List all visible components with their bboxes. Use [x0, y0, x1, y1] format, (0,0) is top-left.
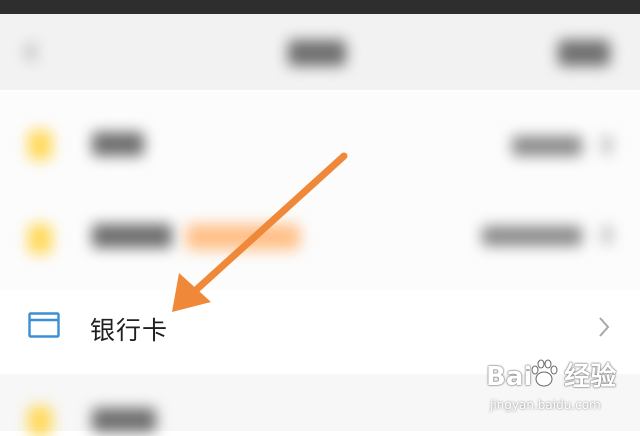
bank-card-icon	[28, 312, 60, 338]
wallet-icon	[28, 224, 52, 254]
chevron-right-icon	[602, 136, 612, 154]
baidu-paw-icon	[531, 359, 558, 387]
list-item-wealth[interactable]	[0, 196, 640, 290]
wallet-icon	[28, 130, 52, 160]
back-arrow-icon[interactable]	[24, 42, 38, 62]
promo-tag	[186, 224, 300, 250]
page-title	[288, 40, 346, 66]
list-item-value	[482, 226, 582, 246]
bank-card-label: 银行卡	[90, 316, 169, 345]
list-item-label	[92, 132, 144, 156]
watermark-brand-left: Bai	[486, 362, 533, 392]
top-nav-bar	[0, 14, 640, 90]
list-item-balance[interactable]	[0, 92, 640, 196]
list-item-value	[512, 136, 582, 156]
watermark-brand-right: 经验	[564, 362, 617, 392]
list-item-label	[92, 408, 156, 432]
header-action-button[interactable]	[558, 40, 610, 66]
chevron-right-icon	[602, 226, 612, 244]
watermark-url: jingyan.baidu.com	[490, 398, 601, 412]
wallet-icon	[28, 406, 52, 436]
chevron-right-icon	[599, 317, 610, 337]
baidu-watermark: Bai 经验 jingyan.baidu.com	[486, 356, 636, 418]
list-item-label	[92, 224, 172, 248]
status-bar	[0, 0, 640, 14]
